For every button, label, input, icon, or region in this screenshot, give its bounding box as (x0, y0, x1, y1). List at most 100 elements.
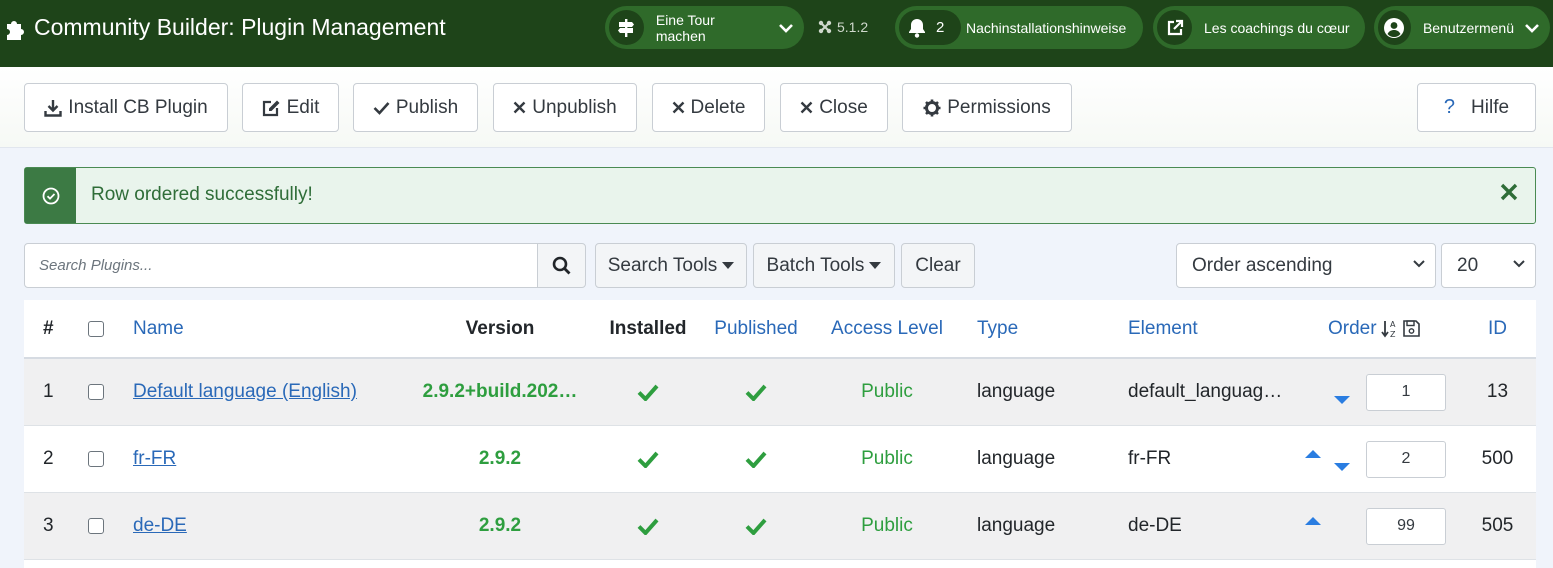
chevron-down-icon (1524, 23, 1540, 33)
checkbox-box (88, 320, 104, 337)
plugin-name-link[interactable]: Default language (English) (133, 381, 357, 403)
publish-label: Publish (395, 96, 459, 118)
caret-down-icon (722, 262, 735, 269)
svg-text:Z: Z (1390, 330, 1396, 339)
version-number: 5.1.2 (837, 19, 869, 35)
unpublish-button[interactable]: Unpublish (493, 83, 637, 132)
row-id: 13 (1486, 381, 1509, 402)
times-icon (672, 101, 684, 114)
alert-message: Row ordered successfully! (91, 184, 313, 205)
row-type: language (977, 448, 1056, 469)
checkbox-box (88, 451, 104, 467)
row-type: language (977, 515, 1056, 536)
row-id: 505 (1481, 515, 1514, 536)
alert-close-icon[interactable] (1499, 182, 1519, 207)
header-type[interactable]: Type (977, 300, 1018, 357)
installed-check-icon (598, 426, 698, 492)
clear-label: Clear (915, 254, 961, 276)
row-element: fr-FR (1128, 448, 1172, 469)
row-checkbox[interactable] (88, 493, 104, 559)
user-menu-label: Benutzermenü (1422, 19, 1514, 36)
user-icon (1378, 10, 1411, 45)
order-input-cell: 99 (1366, 493, 1446, 559)
order-input[interactable]: 99 (1366, 507, 1446, 545)
header-element[interactable]: Element (1128, 300, 1198, 357)
installed-check-icon (598, 359, 698, 425)
header-access[interactable]: Access Level (824, 300, 950, 357)
save-icon[interactable] (1402, 320, 1420, 337)
plugin-name-link[interactable]: de-DE (133, 515, 187, 537)
help-button[interactable]: ? Hilfe (1417, 83, 1536, 132)
installed-check-icon (598, 493, 698, 559)
header-name[interactable]: Name (133, 300, 184, 357)
ordering-select[interactable]: Order ascending (1176, 243, 1436, 288)
app-header: Community Builder: Plugin Management Ein… (0, 0, 1553, 67)
select-all-checkbox[interactable] (88, 300, 104, 357)
search-button[interactable] (537, 243, 586, 288)
svg-text:A: A (1390, 320, 1396, 329)
puzzle-icon (7, 20, 24, 40)
header-published[interactable]: Published (706, 300, 806, 357)
page-title-wrap: Community Builder: Plugin Management (4, 14, 446, 41)
header-id[interactable]: ID (1464, 300, 1531, 357)
move-down-arrow-icon[interactable] (1334, 434, 1350, 500)
gear-icon (923, 99, 941, 116)
row-element: default_languag… (1128, 381, 1283, 402)
search-tools-label: Search Tools (607, 254, 718, 276)
header-order-label: Order (1328, 317, 1377, 339)
row-access: Public (861, 448, 913, 469)
row-num: 1 (43, 381, 54, 402)
search-tools-button[interactable]: Search Tools (595, 243, 747, 288)
batch-tools-button[interactable]: Batch Tools (753, 243, 895, 288)
published-toggle-icon[interactable] (706, 359, 806, 425)
order-input[interactable]: 1 (1366, 373, 1446, 411)
edit-label: Edit (286, 96, 320, 118)
permissions-button[interactable]: Permissions (902, 83, 1072, 132)
user-menu-button[interactable]: Benutzermenü (1374, 6, 1550, 49)
move-up-arrow-icon[interactable] (1305, 421, 1321, 487)
move-down-arrow-icon[interactable] (1334, 367, 1350, 433)
plugin-name-link[interactable]: fr-FR (133, 448, 176, 470)
delete-button[interactable]: Delete (652, 83, 765, 132)
row-checkbox[interactable] (88, 426, 104, 492)
times-icon (513, 101, 526, 114)
check-circle-icon (25, 168, 76, 223)
move-up-arrow-icon[interactable] (1305, 488, 1321, 554)
clear-button[interactable]: Clear (901, 243, 975, 288)
times-icon (800, 101, 813, 114)
notifications-button[interactable]: 2 Nachinstallationshinweise (895, 6, 1143, 49)
caret-down-icon (869, 262, 882, 269)
close-button[interactable]: Close (780, 83, 888, 132)
delete-label: Delete (690, 96, 746, 118)
limit-select[interactable]: 20 (1441, 243, 1536, 288)
chevron-down-icon (1513, 260, 1525, 268)
order-input-cell: 2 (1366, 426, 1446, 492)
order-input[interactable]: 2 (1366, 440, 1446, 478)
row-version: 2.9.2 (478, 448, 522, 469)
search-input[interactable]: Search Plugins... (24, 243, 538, 288)
batch-tools-label: Batch Tools (766, 254, 865, 276)
bell-icon (909, 18, 925, 38)
page-title: Community Builder: Plugin Management (34, 14, 446, 40)
site-link-button[interactable]: Les coachings du cœur (1153, 6, 1365, 49)
help-label: Hilfe (1471, 96, 1510, 118)
permissions-label: Permissions (947, 96, 1051, 118)
signpost-icon (609, 10, 644, 45)
chevron-down-icon (1413, 260, 1425, 268)
row-type: language (977, 381, 1056, 402)
version-info: 5.1.2 (818, 19, 868, 35)
publish-button[interactable]: Publish (353, 83, 478, 132)
sort-alpha-icon: A Z (1380, 320, 1396, 339)
header-order[interactable]: Order A Z (1328, 300, 1420, 357)
edit-button[interactable]: Edit (242, 83, 339, 132)
notification-counter: 2 (899, 10, 961, 45)
row-access: Public (861, 515, 913, 536)
install-plugin-button[interactable]: Install CB Plugin (24, 83, 228, 132)
row-checkbox[interactable] (88, 359, 104, 425)
chevron-down-icon (778, 23, 794, 33)
tour-button[interactable]: Eine Tour machen (605, 6, 804, 49)
published-toggle-icon[interactable] (706, 493, 806, 559)
edit-icon (262, 100, 280, 116)
published-toggle-icon[interactable] (706, 426, 806, 492)
notifications-label: Nachinstallationshinweise (966, 19, 1127, 36)
